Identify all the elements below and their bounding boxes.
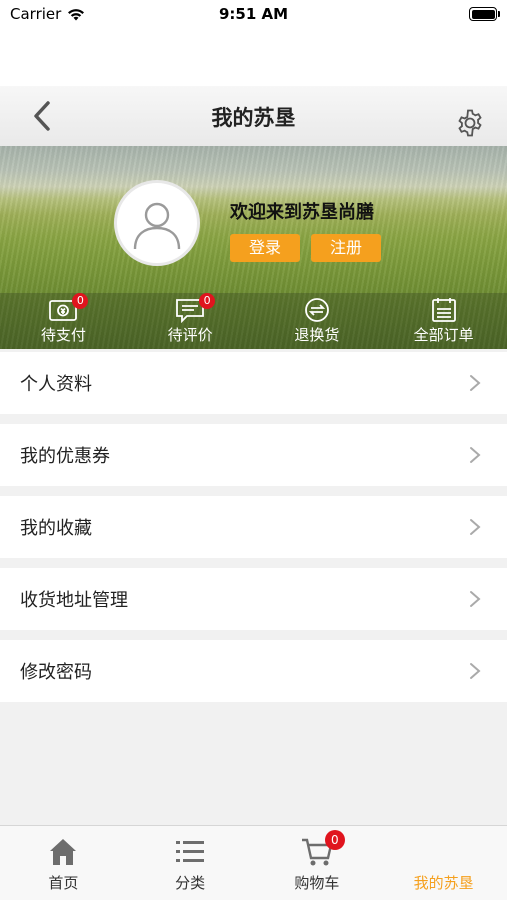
avatar[interactable] (114, 180, 200, 266)
menu-item-label: 我的优惠券 (20, 446, 110, 467)
order-all[interactable]: 全部订单 (380, 293, 507, 349)
login-button[interactable]: 登录 (230, 234, 300, 262)
order-label: 待支付 (40, 326, 86, 344)
tab-label: 我的苏垦 (413, 874, 474, 892)
profile-icon (428, 836, 460, 868)
chevron-right-icon (470, 591, 481, 607)
order-label: 待评价 (167, 326, 213, 344)
tab-category[interactable]: 分类 (127, 826, 254, 900)
tab-home[interactable]: 首页 (0, 826, 127, 900)
pending-review-badge: 0 (199, 293, 216, 309)
user-silhouette-icon (133, 202, 181, 250)
menu-item-address[interactable]: 收货地址管理 (0, 568, 507, 630)
menu-item-label: 我的收藏 (20, 518, 92, 539)
status-bar: Carrier 9:51 AM (0, 0, 507, 28)
menu-item-label: 个人资料 (20, 374, 92, 395)
header-spacer (0, 28, 507, 86)
chevron-right-icon (470, 447, 481, 463)
order-shortcuts: 0 待支付 0 待评价 退换货 全部订单 (0, 293, 507, 349)
order-label: 全部订单 (413, 326, 474, 344)
gear-icon (458, 109, 482, 137)
pending-payment-badge: 0 (72, 293, 89, 309)
tab-label: 购物车 (294, 874, 340, 892)
exchange-icon (304, 298, 329, 322)
battery-icon (469, 7, 500, 21)
home-icon (50, 839, 77, 865)
order-label: 退换货 (294, 326, 340, 344)
status-time: 9:51 AM (218, 5, 289, 23)
order-returns[interactable]: 退换货 (254, 293, 381, 349)
tab-bar: 首页 分类 0 购物车 我的苏垦 (0, 825, 507, 900)
chevron-right-icon (470, 519, 481, 535)
profile-banner: 欢迎来到苏垦尚膳 登录 注册 0 待支付 0 待评价 退换货 全部订单 (0, 146, 507, 349)
tab-label: 分类 (175, 874, 206, 892)
tab-profile[interactable]: 我的苏垦 (380, 826, 507, 900)
menu-item-coupons[interactable]: 我的优惠券 (0, 424, 507, 486)
menu-item-favorites[interactable]: 我的收藏 (0, 496, 507, 558)
cart-badge: 0 (324, 830, 345, 850)
menu-item-password[interactable]: 修改密码 (0, 640, 507, 702)
menu-item-label: 修改密码 (20, 662, 92, 683)
welcome-text: 欢迎来到苏垦尚膳 (230, 202, 374, 223)
menu-item-label: 收货地址管理 (20, 590, 128, 611)
order-pending-payment[interactable]: 0 待支付 (0, 293, 127, 349)
page-title: 我的苏垦 (211, 106, 296, 130)
chevron-right-icon (470, 663, 481, 679)
orders-icon (431, 298, 456, 322)
tab-label: 首页 (48, 874, 79, 892)
list-icon (176, 841, 205, 862)
order-pending-review[interactable]: 0 待评价 (127, 293, 254, 349)
tab-cart[interactable]: 0 购物车 (254, 826, 381, 900)
nav-bar: 我的苏垦 (0, 86, 507, 146)
menu-item-profile[interactable]: 个人资料 (0, 352, 507, 414)
chevron-right-icon (470, 375, 481, 391)
settings-button[interactable] (455, 108, 485, 138)
settings-menu: 个人资料 我的优惠券 我的收藏 收货地址管理 修改密码 (0, 352, 507, 712)
register-button[interactable]: 注册 (311, 234, 381, 262)
